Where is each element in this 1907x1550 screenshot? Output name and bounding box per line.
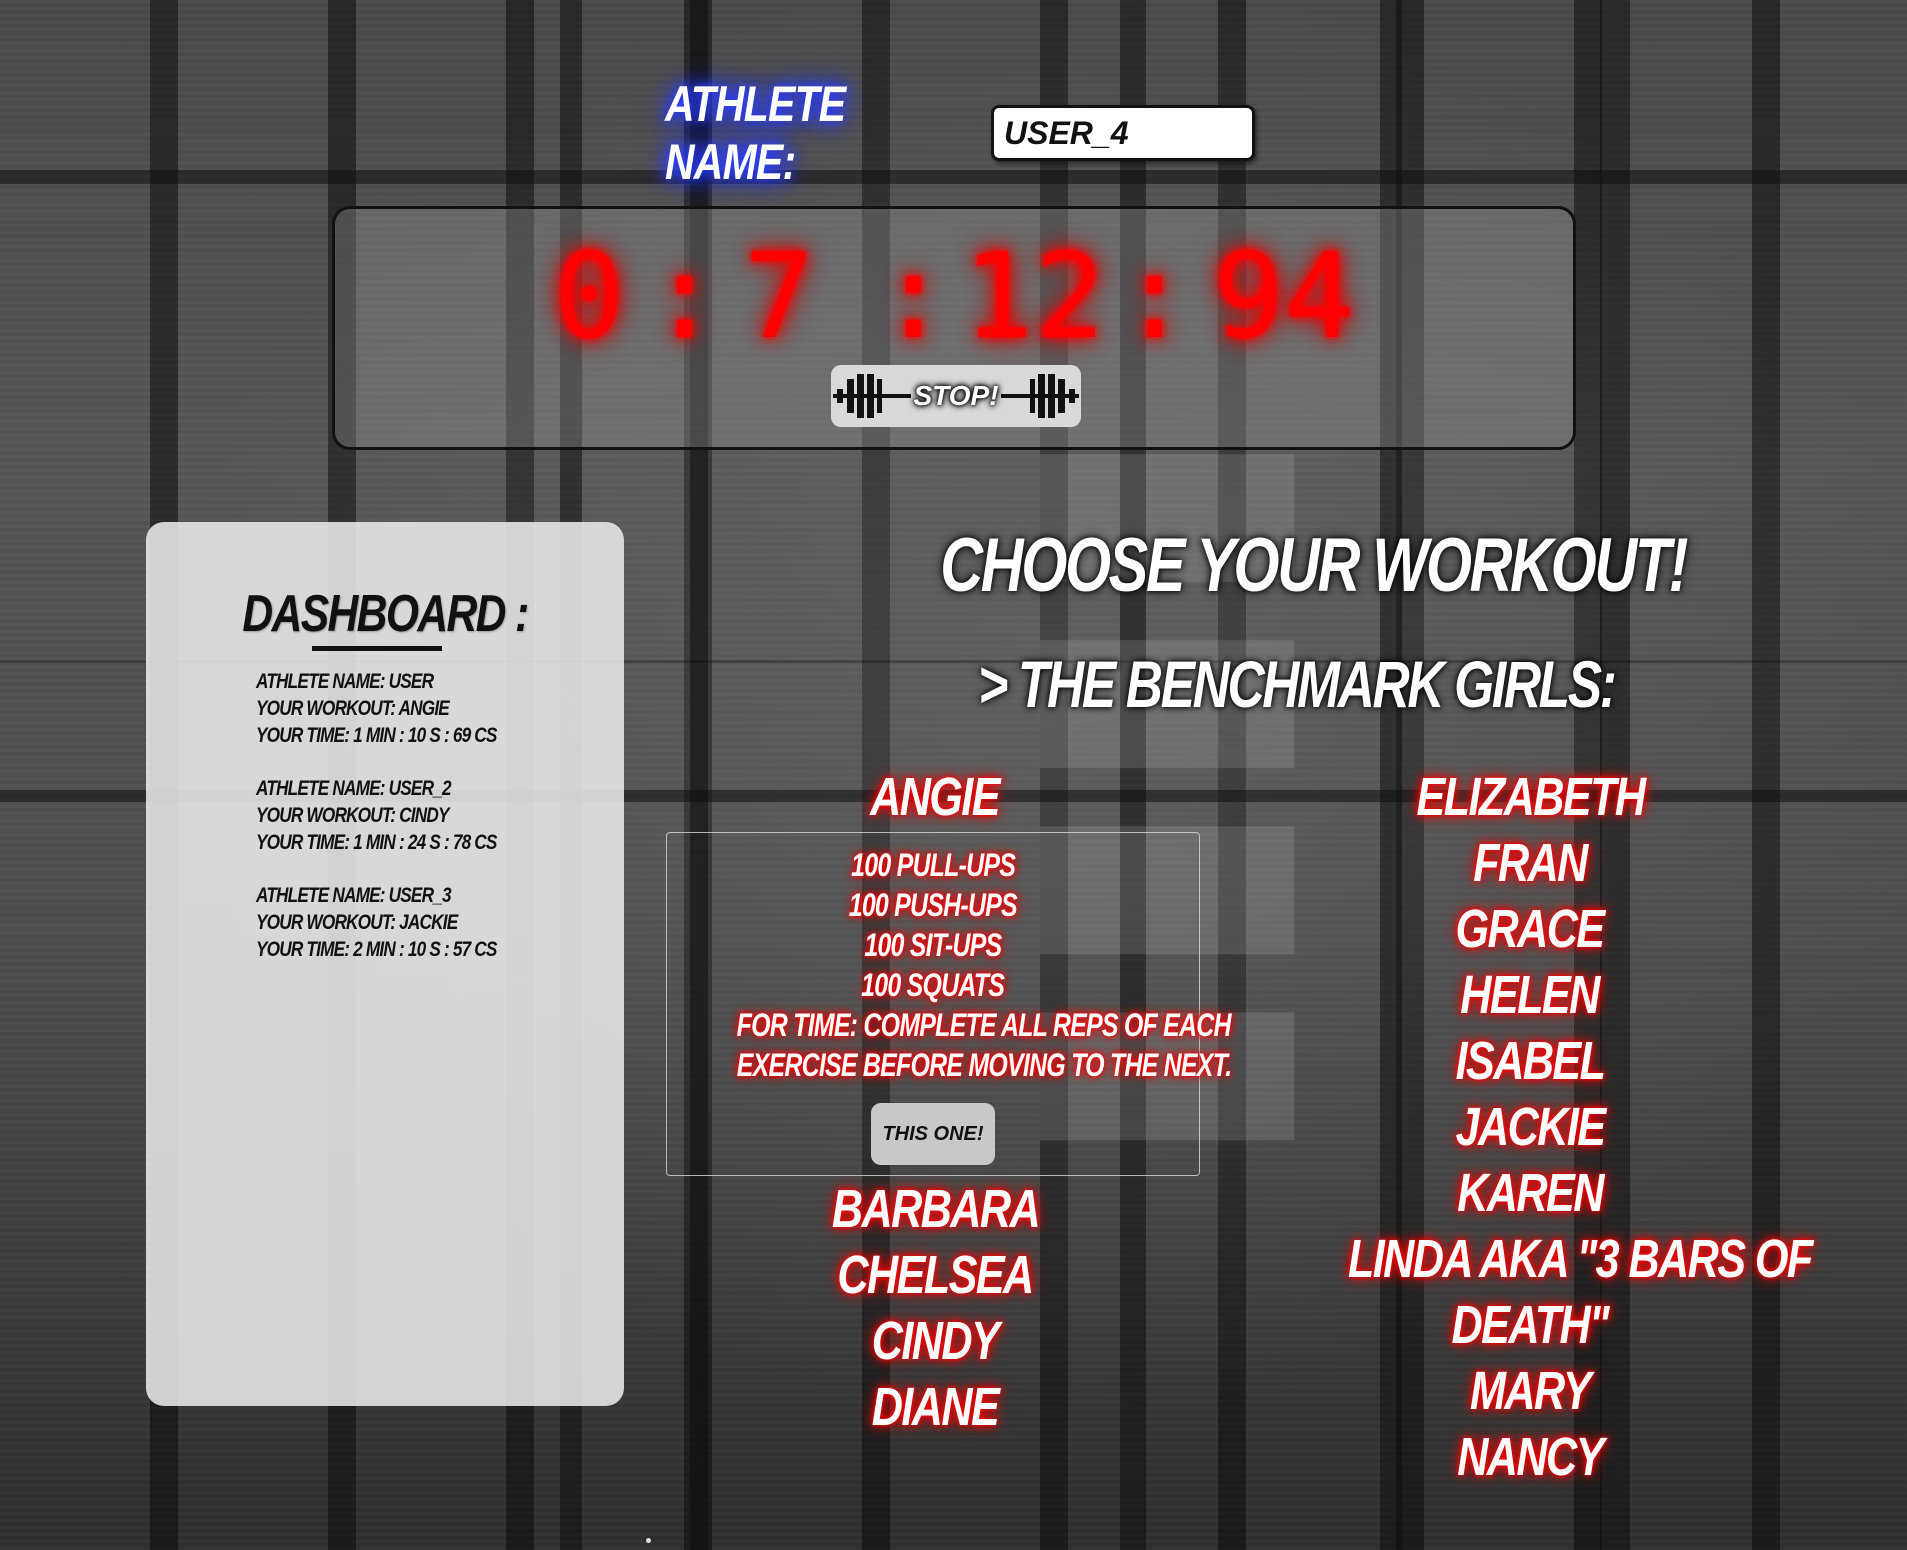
workout-detail-line: 100 SQUATS [861, 967, 1006, 1003]
entry-athlete-name: ATHLETE NAME: USER_3 [256, 884, 452, 907]
workout-item-grace[interactable]: GRACE [1290, 896, 1770, 962]
entry-time: YOUR TIME: 2 MIN : 10 S : 57 CS [256, 938, 497, 961]
timer-separator: : [1119, 227, 1191, 365]
entry-workout: YOUR WORKOUT: ANGIE [256, 697, 450, 720]
entry-athlete-name: ATHLETE NAME: USER [256, 670, 434, 693]
page-indicator-dot [646, 1538, 651, 1543]
workout-item-helen[interactable]: HELEN [1290, 962, 1770, 1028]
workout-item-barbara[interactable]: BARBARA [735, 1176, 1135, 1242]
workout-item-fran[interactable]: FRAN [1290, 830, 1770, 896]
workout-item-isabel[interactable]: ISABEL [1290, 1028, 1770, 1094]
timer-display: 0 : 7 : 12 : 94 [335, 227, 1573, 365]
dashboard-title-underline [312, 646, 442, 651]
stop-button[interactable]: STOP! [831, 365, 1081, 427]
entry-workout: YOUR WORKOUT: CINDY [256, 804, 449, 827]
select-workout-button[interactable]: THIS ONE! [871, 1103, 995, 1165]
workout-item-nancy[interactable]: NANCY [1290, 1424, 1770, 1490]
workout-detail-line: EXERCISE BEFORE MOVING TO THE NEXT. [736, 1047, 1232, 1083]
workout-detail-line: 100 PUSH-UPS [848, 887, 1018, 923]
athlete-name-row: ATHLETE NAME: [665, 76, 1255, 190]
entry-workout: YOUR WORKOUT: JACKIE [256, 911, 458, 934]
entry-time: YOUR TIME: 1 MIN : 24 S : 78 CS [256, 831, 497, 854]
workout-detail-box: 100 PULL-UPS 100 PUSH-UPS 100 SIT-UPS 10… [666, 832, 1232, 1176]
dashboard-entry: ATHLETE NAME: USER_3 YOUR WORKOUT: JACKI… [256, 882, 586, 963]
dashboard-title: DASHBOARD : [242, 585, 529, 643]
workout-item-diane[interactable]: DIANE [735, 1374, 1135, 1440]
timer-centiseconds: 94 [1212, 227, 1356, 365]
workout-item-linda[interactable]: LINDA AKA "3 BARS OF [1290, 1226, 1813, 1292]
stop-button-label: STOP! [911, 380, 1001, 412]
choose-workout-title: CHOOSE YOUR WORKOUT! [940, 523, 1688, 608]
dashboard-entry: ATHLETE NAME: USER YOUR WORKOUT: ANGIE Y… [256, 668, 586, 749]
athlete-name-input[interactable] [991, 105, 1255, 161]
dashboard-entries: ATHLETE NAME: USER YOUR WORKOUT: ANGIE Y… [256, 668, 586, 989]
athlete-name-label: ATHLETE NAME: [665, 76, 846, 190]
timer-seconds: 12 [962, 227, 1106, 365]
benchmark-girls-heading: > THE BENCHMARK GIRLS: [978, 647, 1617, 721]
workout-item-jackie[interactable]: JACKIE [1290, 1094, 1770, 1160]
dashboard-panel: DASHBOARD : ATHLETE NAME: USER YOUR WORK… [146, 522, 624, 1406]
workout-item-elizabeth[interactable]: ELIZABETH [1290, 764, 1770, 830]
timer-separator: : [877, 227, 949, 365]
timer-minutes-ones: 7 [743, 227, 815, 365]
workout-detail-line: 100 PULL-UPS [850, 847, 1016, 883]
background-rack-beam [0, 170, 1907, 184]
timer-panel: 0 : 7 : 12 : 94 STOP! [332, 206, 1576, 450]
workout-detail-lines: 100 PULL-UPS 100 PUSH-UPS 100 SIT-UPS 10… [667, 845, 1232, 1085]
entry-time: YOUR TIME: 1 MIN : 10 S : 69 CS [256, 724, 497, 747]
dashboard-entry: ATHLETE NAME: USER_2 YOUR WORKOUT: CINDY… [256, 775, 586, 856]
timer-separator: : [649, 227, 721, 365]
workout-item-mary[interactable]: MARY [1290, 1358, 1770, 1424]
workout-detail-line: FOR TIME: COMPLETE ALL REPS OF EACH [736, 1007, 1232, 1043]
workout-item-chelsea[interactable]: CHELSEA [735, 1242, 1135, 1308]
workout-item-cindy[interactable]: CINDY [735, 1308, 1135, 1374]
workout-item-karen[interactable]: KAREN [1290, 1160, 1770, 1226]
workout-item-linda-continued[interactable]: DEATH" [1290, 1292, 1770, 1358]
workout-detail-line: 100 SIT-UPS [864, 927, 1002, 963]
timer-minutes-tens: 0 [553, 227, 625, 365]
workout-item-angie[interactable]: ANGIE [735, 764, 1135, 830]
entry-athlete-name: ATHLETE NAME: USER_2 [256, 777, 452, 800]
